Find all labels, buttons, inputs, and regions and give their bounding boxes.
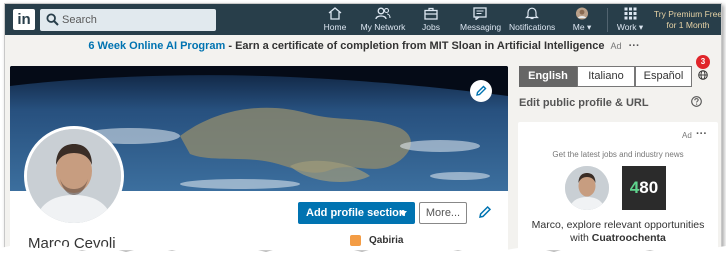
nav-work-label: Work ▾: [615, 22, 645, 33]
ad-banner-link[interactable]: 6 Week Online AI Program: [88, 40, 225, 52]
chevron-down-icon: ▾: [586, 22, 592, 32]
nav-notifications-label: Notifications: [509, 22, 556, 32]
nav-home-label: Home: [323, 22, 347, 32]
premium-line1: Try Premium Free: [653, 9, 722, 19]
ad-card-avatar-image: [565, 166, 609, 210]
search-box[interactable]: [40, 9, 216, 31]
ad-banner: 6 Week Online AI Program - Earn a certif…: [5, 40, 721, 60]
premium-line2: for 1 Month: [666, 20, 710, 30]
nav-jobs-label: Jobs: [422, 22, 440, 32]
nav-messaging-label: Messaging: [460, 22, 502, 32]
ad-card[interactable]: Ad ··· Get the latest jobs and industry …: [518, 122, 718, 250]
briefcase-icon: [424, 7, 438, 20]
nav-divider: [607, 8, 608, 32]
pencil-icon[interactable]: [478, 205, 492, 219]
chevron-down-icon: ▾: [638, 22, 644, 32]
nav-messaging[interactable]: Messaging: [460, 6, 502, 34]
more-button[interactable]: More...: [419, 202, 467, 224]
profile-photo[interactable]: [24, 126, 124, 226]
messaging-icon: [473, 7, 487, 20]
nav-my-network-label: My Network: [360, 22, 406, 32]
nav-jobs[interactable]: Jobs: [419, 6, 443, 34]
nav-me-label: Me ▾: [567, 22, 597, 33]
edit-cover-button[interactable]: [470, 80, 492, 102]
ad-card-more-icon[interactable]: ···: [696, 128, 707, 140]
linkedin-window: in Home My Network: [4, 3, 722, 251]
brand-digits: 80: [639, 178, 659, 197]
network-icon: [375, 7, 391, 20]
search-icon: [46, 13, 59, 26]
search-input[interactable]: [62, 9, 212, 31]
torn-edge-decoration: [0, 244, 726, 258]
profile-photo-image: [27, 129, 121, 223]
language-italiano[interactable]: Italiano: [577, 66, 635, 87]
help-icon[interactable]: [691, 96, 702, 107]
nav-work-text: Work: [616, 22, 637, 32]
nav-work[interactable]: Work ▾: [615, 6, 645, 34]
ad-card-message-line1: Marco, explore relevant opportunities: [531, 219, 705, 231]
ad-banner-separator: -: [225, 40, 236, 52]
cuatroochenta-logo: 480: [622, 166, 666, 210]
top-nav: in Home My Network: [5, 4, 722, 35]
nav-me-text: Me: [572, 22, 585, 32]
ad-label: Ad: [610, 41, 622, 51]
home-icon: [328, 7, 342, 20]
linkedin-logo[interactable]: in: [13, 9, 35, 30]
ad-card-tagline: Get the latest jobs and industry news: [552, 150, 684, 159]
add-profile-section-label: Add profile section: [306, 207, 406, 219]
notification-badge: 3: [696, 55, 710, 69]
ad-card-label: Ad: [682, 131, 692, 140]
grid-icon: [624, 7, 636, 20]
nav-notifications[interactable]: Notifications: [509, 6, 555, 34]
ad-banner-more-icon[interactable]: ···: [629, 40, 640, 52]
nav-me[interactable]: Me ▾: [567, 6, 597, 34]
ad-banner-text[interactable]: Earn a certificate of completion from MI…: [235, 40, 604, 52]
pencil-icon: [476, 85, 487, 96]
bell-icon: [525, 7, 539, 20]
add-profile-section-button[interactable]: Add profile section: [298, 202, 415, 224]
brand-accent: 4: [629, 178, 640, 197]
caret-down-icon: [399, 211, 407, 216]
edit-public-profile-link[interactable]: Edit public profile & URL: [519, 97, 649, 109]
nav-my-network[interactable]: My Network: [358, 6, 408, 34]
globe-icon[interactable]: [698, 70, 708, 80]
nav-home[interactable]: Home: [321, 6, 349, 34]
profile-avatar: [575, 7, 589, 20]
language-english[interactable]: English: [519, 66, 577, 87]
language-espanol[interactable]: Español: [635, 66, 692, 87]
try-premium-link[interactable]: Try Premium Free for 1 Month: [653, 9, 722, 31]
profile-card: Add profile section More... Marco Cevoli…: [10, 66, 508, 250]
ad-card-avatar: [565, 166, 609, 210]
